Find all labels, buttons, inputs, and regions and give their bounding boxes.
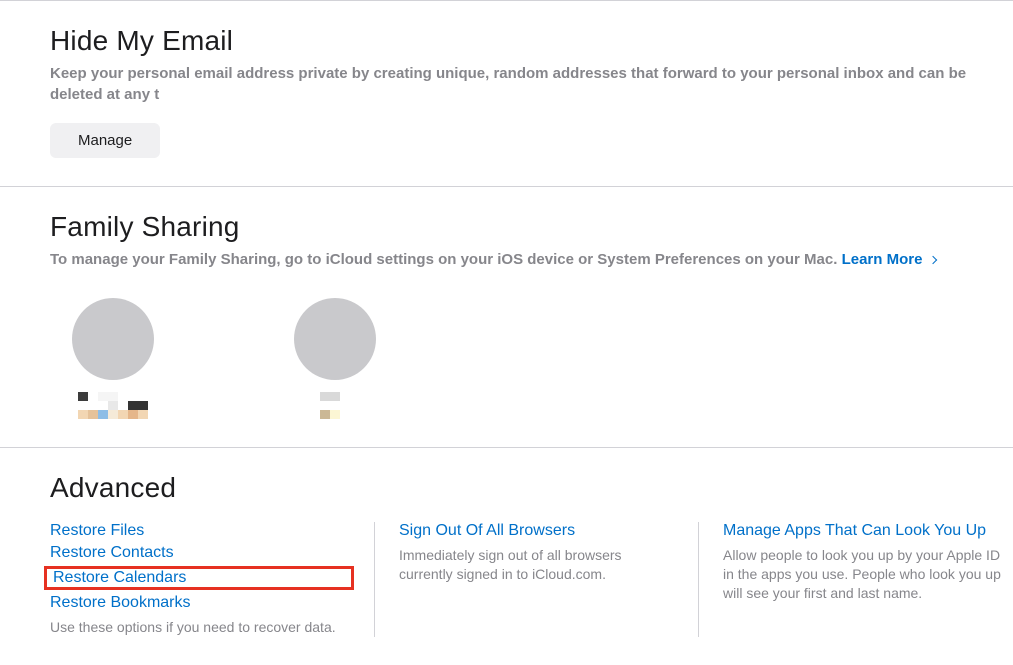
advanced-grid: Restore Files Restore Contacts Restore C… [50, 522, 1013, 637]
restore-calendars-link[interactable]: Restore Calendars [53, 569, 186, 586]
member-name-redacted [78, 392, 148, 419]
manage-button[interactable]: Manage [50, 123, 160, 158]
family-member [72, 298, 154, 419]
signout-column: Sign Out Of All Browsers Immediately sig… [374, 522, 698, 637]
manage-apps-column: Manage Apps That Can Look You Up Allow p… [698, 522, 1013, 637]
hide-my-email-section: Hide My Email Keep your personal email a… [0, 0, 1013, 186]
restore-files-link[interactable]: Restore Files [50, 522, 354, 540]
restore-bookmarks-link[interactable]: Restore Bookmarks [50, 594, 354, 612]
manage-apps-description: Allow people to look you up by your Appl… [723, 546, 1002, 603]
chevron-right-icon [928, 256, 936, 264]
restore-note: Use these options if you need to recover… [50, 618, 354, 637]
avatar [72, 298, 154, 380]
learn-more-link[interactable]: Learn More [842, 251, 936, 268]
restore-column: Restore Files Restore Contacts Restore C… [50, 522, 374, 637]
family-sharing-section: Family Sharing To manage your Family Sha… [0, 186, 1013, 447]
family-members [72, 298, 1013, 419]
hide-my-email-description: Keep your personal email address private… [50, 63, 1013, 105]
sign-out-browsers-link[interactable]: Sign Out Of All Browsers [399, 522, 678, 540]
family-member [294, 298, 376, 419]
family-sharing-title: Family Sharing [50, 211, 1013, 243]
family-sharing-description: To manage your Family Sharing, go to iCl… [50, 249, 1013, 270]
member-name-redacted [300, 392, 370, 419]
highlight-annotation: Restore Calendars [44, 566, 354, 590]
hide-my-email-title: Hide My Email [50, 25, 1013, 57]
manage-apps-link[interactable]: Manage Apps That Can Look You Up [723, 522, 1002, 540]
restore-contacts-link[interactable]: Restore Contacts [50, 544, 354, 562]
advanced-section: Advanced Restore Files Restore Contacts … [0, 447, 1013, 665]
advanced-title: Advanced [50, 472, 1013, 504]
avatar [294, 298, 376, 380]
sign-out-description: Immediately sign out of all browsers cur… [399, 546, 678, 584]
